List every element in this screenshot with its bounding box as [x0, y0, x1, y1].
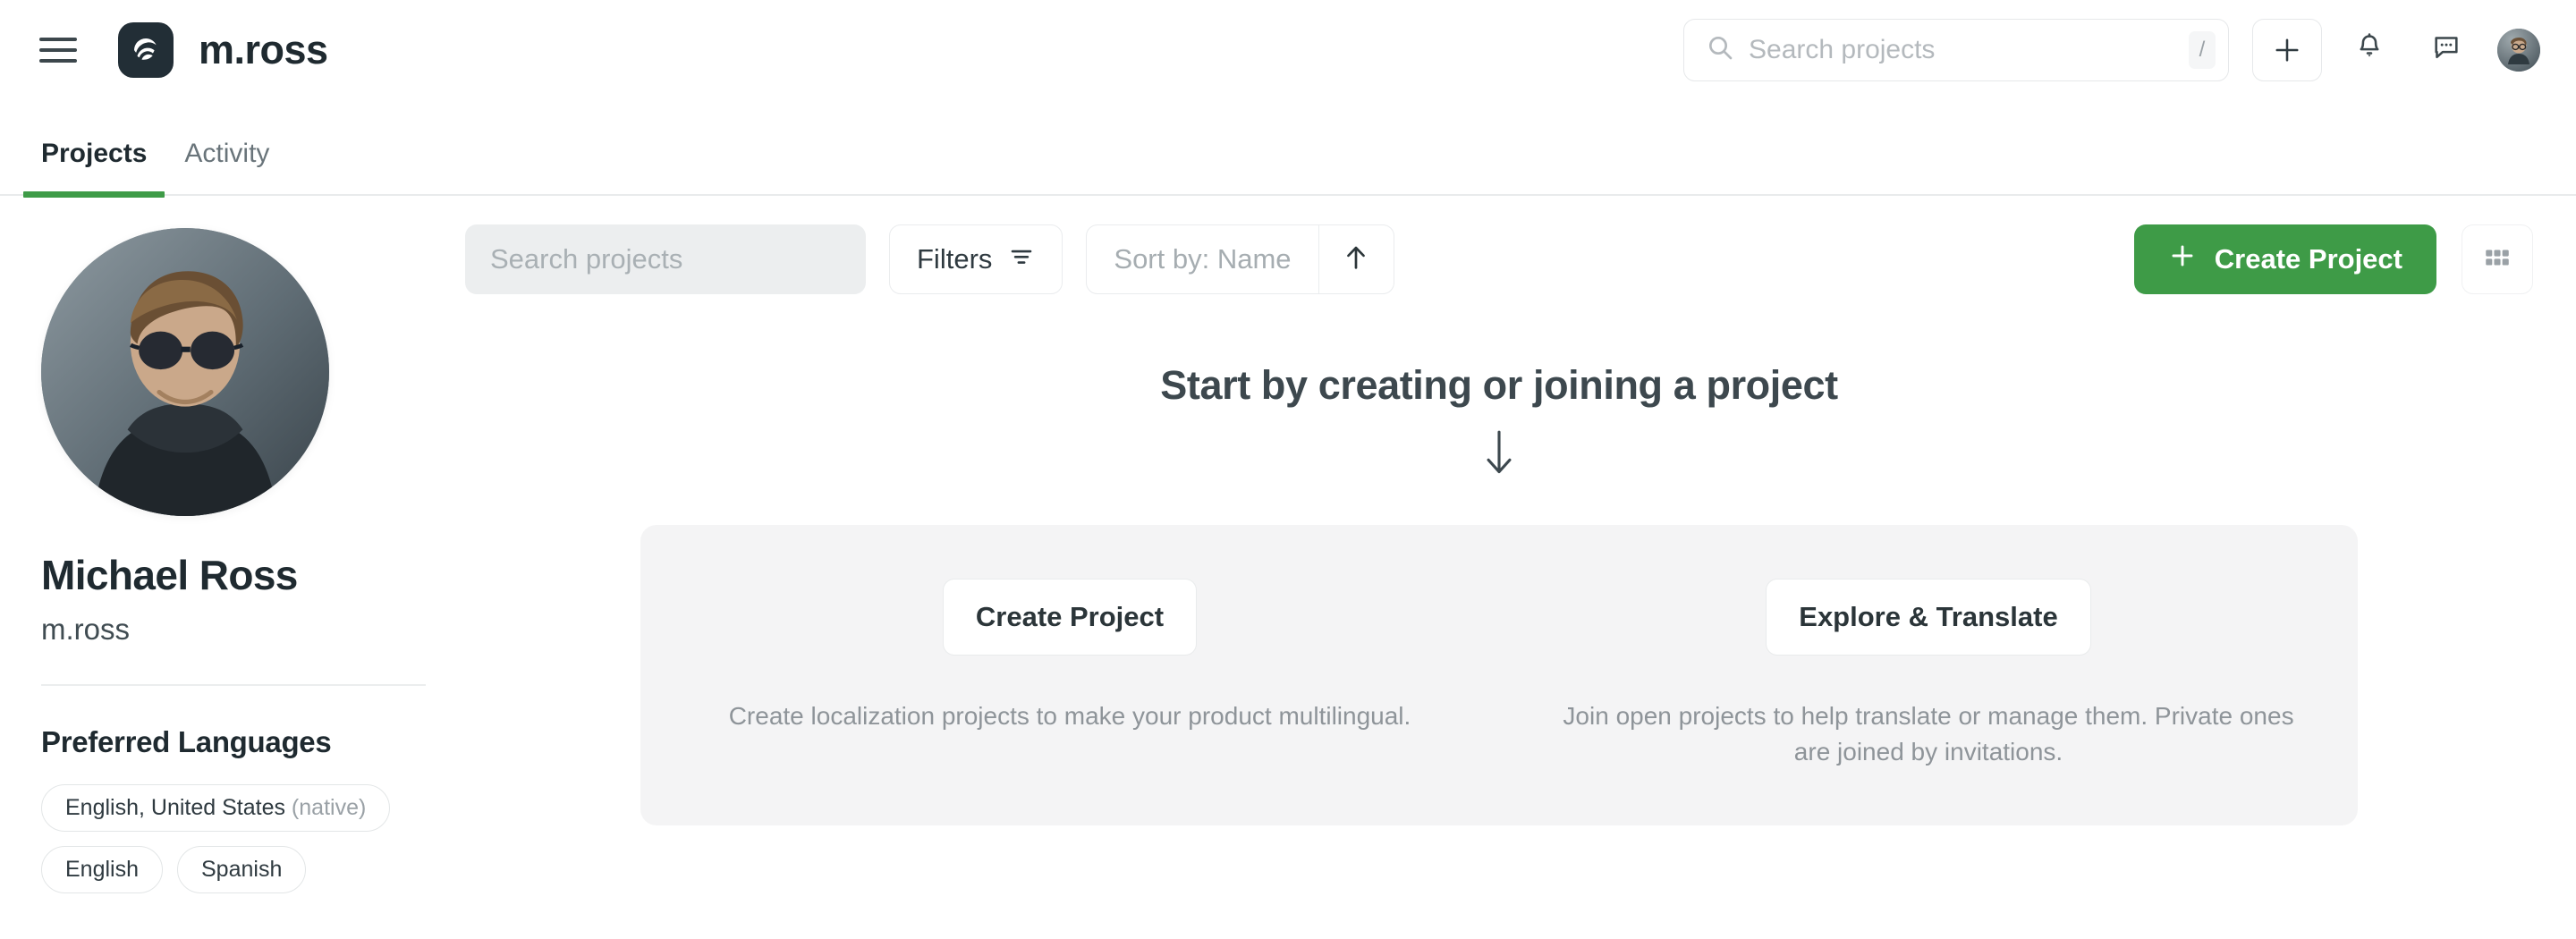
empty-state-card: Create Project Create localization proje… [640, 525, 2358, 825]
sort-direction-button[interactable] [1318, 225, 1394, 293]
filters-button[interactable]: Filters [889, 224, 1063, 294]
language-pill-label: English, United States [65, 795, 285, 820]
profile-tabs: Projects Activity [0, 99, 2576, 196]
tab-activity[interactable]: Activity [184, 140, 269, 196]
language-pill-native-suffix: (native) [285, 795, 366, 820]
hamburger-line [39, 59, 77, 63]
explore-translate-button[interactable]: Explore & Translate [1766, 579, 2090, 656]
header-actions: / [1683, 19, 2540, 81]
projects-toolbar: Filters Sort by: Name [465, 224, 2533, 294]
arrow-down-icon [465, 428, 2533, 482]
hamburger-menu-icon[interactable] [39, 35, 77, 65]
projects-search-input[interactable] [465, 224, 866, 294]
language-pill-native[interactable]: English, United States (native) [41, 784, 390, 832]
empty-state-column-explore: Explore & Translate Join open projects t… [1499, 579, 2358, 770]
sort-by-button[interactable]: Sort by: Name [1087, 225, 1318, 293]
grid-view-icon [2482, 242, 2512, 277]
plus-icon [2168, 241, 2197, 277]
tab-projects[interactable]: Projects [41, 140, 147, 196]
projects-main: Filters Sort by: Name [420, 196, 2576, 939]
bell-icon [2354, 32, 2385, 67]
search-icon [1706, 33, 1734, 66]
messages-button[interactable] [2419, 22, 2474, 78]
sidebar-divider [41, 684, 426, 686]
arrow-up-icon [1341, 242, 1371, 277]
chat-bubble-icon [2431, 32, 2462, 67]
hamburger-line [39, 48, 77, 52]
app-logo-icon [118, 22, 174, 78]
brand-name: m.ross [199, 30, 328, 70]
language-pill-spanish[interactable]: Spanish [177, 846, 306, 893]
header-search-input[interactable] [1749, 35, 2189, 65]
grid-view-toggle[interactable] [2462, 224, 2533, 294]
profile-name: Michael Ross [41, 554, 381, 596]
create-project-button[interactable]: Create Project [2134, 224, 2436, 294]
preferred-languages-title: Preferred Languages [41, 725, 381, 759]
page-body: Michael Ross m.ross Preferred Languages … [0, 196, 2576, 939]
sort-control-group: Sort by: Name [1086, 224, 1394, 294]
profile-photo [41, 228, 329, 516]
notifications-button[interactable] [2342, 22, 2397, 78]
create-new-button[interactable] [2252, 19, 2322, 81]
header-search-box[interactable]: / [1683, 19, 2229, 81]
language-pill-english[interactable]: English [41, 846, 163, 893]
search-shortcut-badge: / [2189, 31, 2216, 69]
empty-state-column-create: Create Project Create localization proje… [640, 579, 1499, 770]
create-project-label: Create Project [2215, 243, 2402, 275]
empty-create-project-description: Create localization projects to make you… [729, 698, 1411, 734]
filter-icon [1008, 242, 1035, 276]
profile-sidebar: Michael Ross m.ross Preferred Languages … [0, 196, 420, 939]
empty-create-project-button[interactable]: Create Project [943, 579, 1197, 656]
profile-handle: m.ross [41, 613, 381, 647]
filters-label: Filters [917, 243, 992, 275]
preferred-languages-list: English, United States (native) [41, 784, 381, 832]
empty-state-headline: Start by creating or joining a project [465, 362, 2533, 409]
top-header-bar: m.ross / [0, 0, 2576, 99]
brand-home-link[interactable]: m.ross [118, 22, 328, 78]
preferred-languages-list-secondary: English Spanish [41, 846, 381, 893]
hamburger-line [39, 38, 77, 41]
explore-translate-description: Join open projects to help translate or … [1546, 698, 2311, 770]
user-avatar[interactable] [2497, 29, 2540, 72]
